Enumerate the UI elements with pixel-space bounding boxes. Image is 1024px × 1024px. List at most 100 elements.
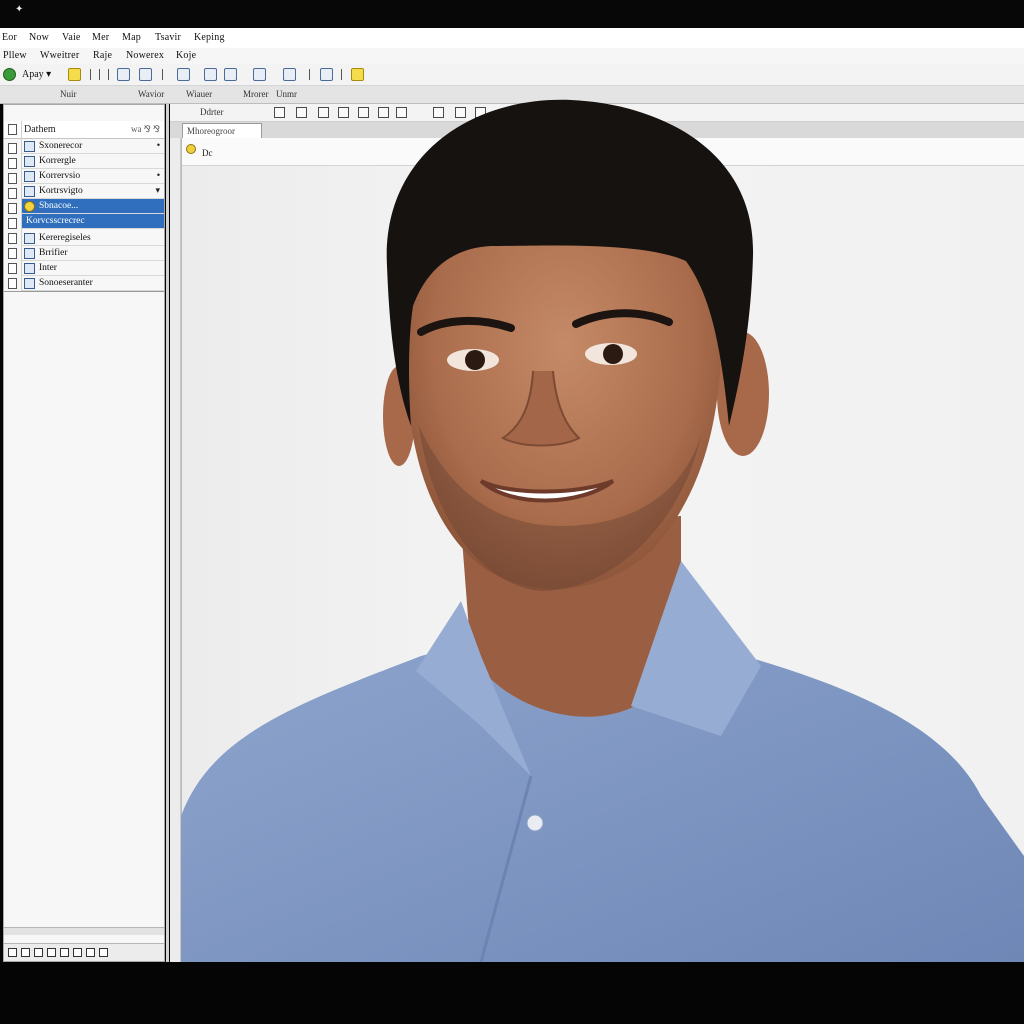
- tree-item-label: Korrergle: [39, 156, 76, 166]
- frame-icon[interactable]: [253, 68, 266, 81]
- toolbar-separator: [162, 69, 163, 80]
- tree-item-marker: •: [156, 170, 160, 180]
- menu-bar: Eor Now Vaie Mer Map Tsavir Keping: [0, 28, 1024, 48]
- page-icon: [8, 233, 17, 244]
- column-header[interactable]: Wavior: [138, 89, 164, 99]
- window-icon[interactable]: [177, 68, 190, 81]
- link-icon[interactable]: [204, 68, 217, 81]
- menu-item-pllew[interactable]: Pllew: [3, 50, 27, 61]
- folder-icon: [24, 141, 35, 152]
- tree-item[interactable]: Kortrsvigto ▾: [22, 184, 164, 199]
- folder-icon: [24, 233, 35, 244]
- zoom-icon[interactable]: [283, 68, 296, 81]
- settings-icon[interactable]: [99, 948, 108, 957]
- tree-item-selected[interactable]: Korvcsscrecrec: [22, 214, 164, 229]
- secondary-menu-bar: Pllew Wweitrer Raje Nowerex Koje: [0, 48, 1024, 64]
- tree-item-marker: •: [156, 140, 160, 150]
- page-icon: [8, 218, 17, 229]
- trash-icon[interactable]: [86, 948, 95, 957]
- tree-item[interactable]: Sxonerecor •: [22, 139, 164, 154]
- tree-item[interactable]: Inter: [22, 261, 164, 276]
- folder-icon: [24, 156, 35, 167]
- menu-item-keping[interactable]: Keping: [194, 32, 225, 43]
- tree-item[interactable]: Kereregiseles: [22, 231, 164, 246]
- folder-icon: [24, 278, 35, 289]
- folder-icon: [24, 186, 35, 197]
- toolbar-separator: [99, 69, 100, 80]
- tree-item-marker: ▾: [155, 185, 160, 195]
- link-icon[interactable]: [47, 948, 56, 957]
- eye-icon[interactable]: [60, 948, 69, 957]
- menu-item-mer[interactable]: Mer: [92, 32, 109, 43]
- tool-icon[interactable]: [21, 948, 30, 957]
- panel-title: Dathem: [24, 124, 56, 135]
- page-icon: [8, 188, 17, 199]
- divider: [4, 291, 164, 292]
- page-icon: [8, 203, 17, 214]
- title-bar: ✦: [0, 0, 1024, 28]
- tree-item-selected[interactable]: Sbnacoe...: [22, 199, 164, 214]
- page-icon: [8, 278, 17, 289]
- tree-item[interactable]: Korrervsio •: [22, 169, 164, 184]
- main-toolbar: Apay ▾: [0, 64, 1024, 86]
- panel-header: Dathem wa ⅋ ⅋: [4, 121, 164, 139]
- tree-item-label: Sbnacoe...: [39, 201, 79, 211]
- menu-item-nowerex[interactable]: Nowerex: [126, 50, 164, 61]
- lock-icon[interactable]: [73, 948, 82, 957]
- menu-item-koje[interactable]: Koje: [176, 50, 196, 61]
- menu-item-eor[interactable]: Eor: [2, 32, 17, 43]
- column-header[interactable]: Nuir: [60, 89, 77, 99]
- menu-item-wweitrer[interactable]: Wweitrer: [40, 50, 79, 61]
- tree-item[interactable]: Korrergle: [22, 154, 164, 169]
- toolbar-separator: [108, 69, 109, 80]
- folder-icon: [24, 171, 35, 182]
- folder-icon[interactable]: [351, 68, 364, 81]
- bulb-icon: [24, 201, 35, 212]
- pen-icon[interactable]: [34, 948, 43, 957]
- menu-item-map[interactable]: Map: [122, 32, 141, 43]
- folder-icon: [24, 263, 35, 274]
- toolbar-separator: [90, 69, 91, 80]
- bottom-bar: [0, 962, 1024, 1024]
- editor-gutter: [170, 138, 181, 962]
- tree-item-label: Inter: [39, 263, 57, 273]
- horizontal-scrollbar[interactable]: [4, 927, 164, 935]
- tree-item[interactable]: Sonoeseranter: [22, 276, 164, 291]
- menu-item-tsavir[interactable]: Tsavir: [155, 32, 181, 43]
- page-icon[interactable]: [117, 68, 130, 81]
- search-icon[interactable]: [224, 68, 237, 81]
- page-icon: [8, 173, 17, 184]
- shirt-button: [526, 814, 544, 832]
- refresh-icon[interactable]: [3, 68, 16, 81]
- tree-item[interactable]: Brrifier: [22, 246, 164, 261]
- page-icon: [8, 158, 17, 169]
- grid-icon[interactable]: [8, 948, 17, 957]
- tree-item-label: Sxonerecor: [39, 141, 83, 151]
- portrait-photo: [181, 99, 1024, 962]
- tree-item-label: Korrervsio: [39, 171, 81, 181]
- tree-gutter: [4, 121, 22, 291]
- menu-item-vaie[interactable]: Vaie: [62, 32, 81, 43]
- document-icon[interactable]: [68, 68, 81, 81]
- menu-item-now[interactable]: Now: [29, 32, 49, 43]
- tree-item-label: Korvcsscrecrec: [26, 216, 85, 226]
- apply-dropdown[interactable]: Apay ▾: [22, 69, 51, 80]
- file-icon[interactable]: [320, 68, 333, 81]
- page-icon: [8, 248, 17, 259]
- panel-splitter[interactable]: [166, 104, 169, 962]
- image-icon[interactable]: [139, 68, 152, 81]
- menu-item-raje[interactable]: Raje: [93, 50, 112, 61]
- tree-item-label: Kereregiseles: [39, 233, 91, 243]
- tree-item-label: Sonoeseranter: [39, 278, 93, 288]
- tree-item-label: Kortrsvigto: [39, 186, 83, 196]
- folder-icon: [24, 248, 35, 259]
- panel-status-bar: [4, 943, 164, 961]
- toolbar-separator: [341, 69, 342, 80]
- left-tree-panel: Dathem wa ⅋ ⅋ Sxonerecor • Korrergle Kor…: [3, 104, 165, 962]
- page-icon: [8, 143, 17, 154]
- toolbar-separator: [309, 69, 310, 80]
- tree-item-label: Brrifier: [39, 248, 68, 258]
- panel-header-tools[interactable]: wa ⅋ ⅋: [131, 124, 160, 135]
- page-icon: [8, 263, 17, 274]
- app-glyph-icon: ✦: [15, 4, 24, 15]
